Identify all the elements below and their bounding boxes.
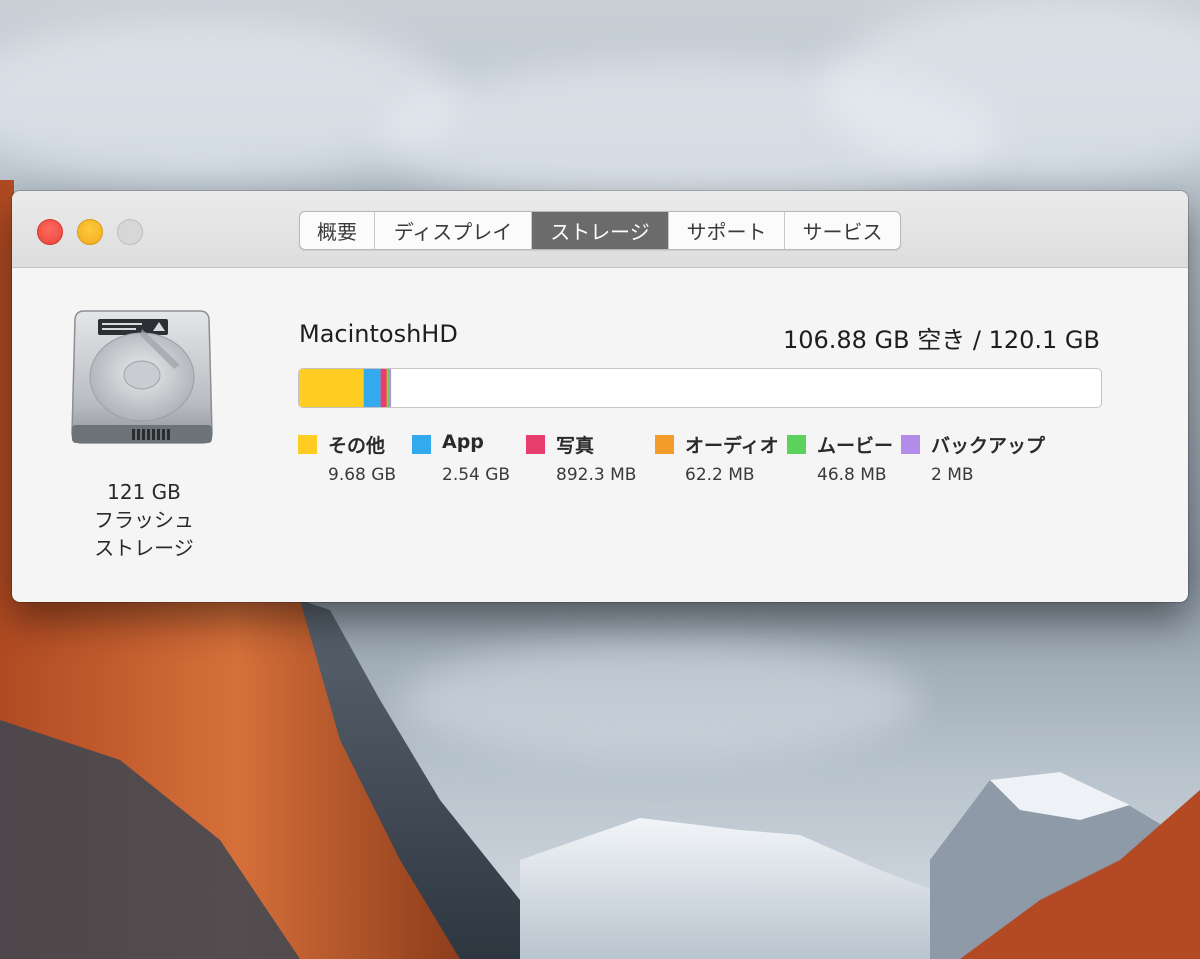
legend-category-label: その他 <box>328 435 386 457</box>
disk-capacity: 121 GB <box>107 480 181 504</box>
usage-segment <box>363 369 381 407</box>
usage-segment <box>389 369 392 407</box>
legend-color-swatch <box>298 435 317 454</box>
legend-category-size: 2.54 GB <box>442 465 511 485</box>
hard-drive-icon <box>71 310 213 444</box>
legend-category-size: 9.68 GB <box>328 465 397 485</box>
legend-category-label: バックアップ <box>931 435 1046 457</box>
minimize-window-button[interactable] <box>77 219 103 245</box>
usage-bar-graphic <box>299 369 392 407</box>
zoom-window-button[interactable] <box>117 219 143 245</box>
legend-category-size: 46.8 MB <box>817 465 887 485</box>
legend-category-size: 892.3 MB <box>556 465 637 485</box>
storage-usage-bar <box>298 368 1102 408</box>
legend-category-label: ムービー <box>817 435 894 457</box>
tab-bar: 概要 ディスプレイ ストレージ サポート サービス <box>299 211 901 250</box>
tab-support[interactable]: サポート <box>669 212 785 249</box>
legend-color-swatch <box>412 435 431 454</box>
legend-category-size: 2 MB <box>931 465 974 485</box>
legend-color-swatch <box>901 435 920 454</box>
tab-displays[interactable]: ディスプレイ <box>375 212 532 249</box>
legend-category-label: App <box>442 431 484 453</box>
close-window-button[interactable] <box>37 219 63 245</box>
usage-segment <box>380 369 387 407</box>
usage-segment <box>299 369 364 407</box>
legend-color-swatch <box>655 435 674 454</box>
usage-segment <box>388 369 390 407</box>
legend-category-label: 写真 <box>556 435 595 457</box>
legend-category-label: オーディオ <box>685 435 779 457</box>
tab-overview[interactable]: 概要 <box>300 212 375 249</box>
tab-service[interactable]: サービス <box>785 212 900 249</box>
legend-color-swatch <box>787 435 806 454</box>
titlebar: 概要 ディスプレイ ストレージ サポート サービス <box>12 191 1188 268</box>
tab-storage[interactable]: ストレージ <box>532 212 669 249</box>
volume-name: MacintoshHD <box>299 320 458 348</box>
about-this-mac-window: 概要 ディスプレイ ストレージ サポート サービス 121 GB フラッシュ ス… <box>12 191 1188 602</box>
disk-type-line2: ストレージ <box>94 536 194 560</box>
storage-pane: 121 GB フラッシュ ストレージ MacintoshHD 106.88 GB… <box>12 268 1188 602</box>
usage-segment <box>386 369 389 407</box>
disk-info: 121 GB フラッシュ ストレージ <box>72 478 216 562</box>
legend-color-swatch <box>526 435 545 454</box>
volume-free-space: 106.88 GB 空き / 120.1 GB <box>782 326 1100 354</box>
legend-category-size: 62.2 MB <box>685 465 755 485</box>
disk-type-line1: フラッシュ <box>94 508 194 532</box>
